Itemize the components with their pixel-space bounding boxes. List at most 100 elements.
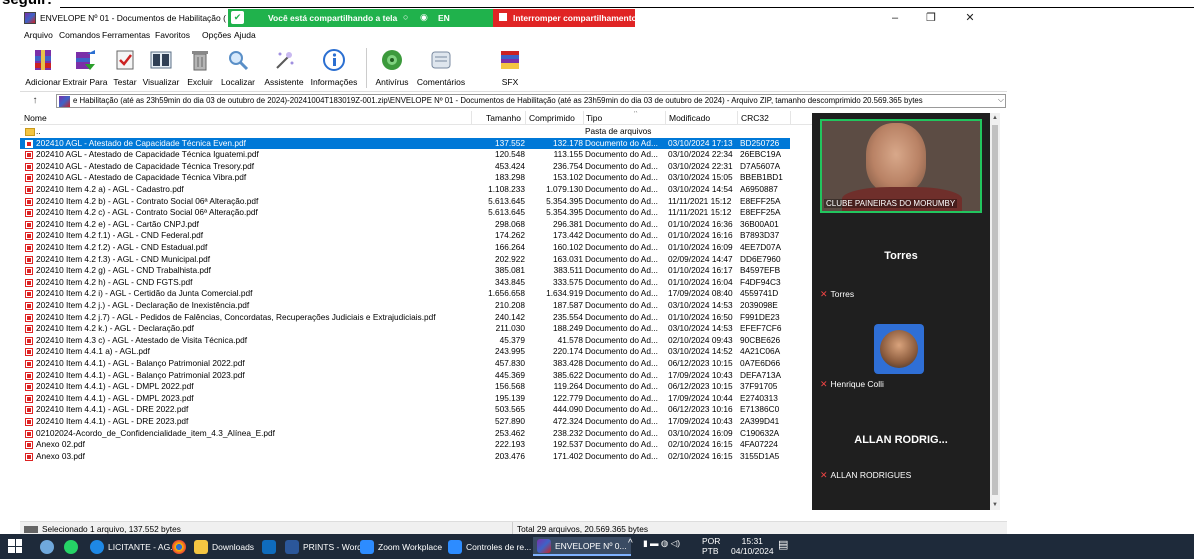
scroll-up-icon[interactable]: ▲ <box>990 113 1000 123</box>
chevron-down-icon[interactable]: ⌵ <box>998 95 1004 105</box>
wizard-button[interactable]: Assistente <box>260 44 308 90</box>
add-button[interactable]: Adicionar <box>22 44 64 90</box>
table-row[interactable]: 202410 Item 4.4.1) - AGL - Balanço Patri… <box>20 370 790 382</box>
table-row[interactable]: 202410 Item 4.2 e) - AGL - Cartão CNPJ.p… <box>20 219 790 231</box>
maximize-button[interactable]: ❐ <box>916 11 946 25</box>
taskbar-winrar[interactable]: ENVELOPE Nº 0... <box>533 537 631 556</box>
menu-ajuda[interactable]: Ajuda <box>234 30 256 40</box>
column-divider[interactable] <box>790 111 791 125</box>
table-row[interactable]: 202410 Item 4.2 j.7) - AGL - Pedidos de … <box>20 312 790 324</box>
table-row[interactable]: 202410 AGL - Atestado de Capacidade Técn… <box>20 137 790 150</box>
table-row[interactable]: 202410 Item 4.4.1) - AGL - DMPL 2023.pdf… <box>20 393 790 405</box>
info-button[interactable]: Informações <box>307 44 361 90</box>
file-compressed-size: 236.754 <box>553 160 583 171</box>
column-divider[interactable] <box>525 111 526 125</box>
table-row[interactable]: 202410 AGL - Atestado de Capacidade Técn… <box>20 172 790 184</box>
column-crc[interactable]: CRC32 <box>741 113 769 123</box>
file-crc: E71386C0 <box>740 404 780 415</box>
file-type: Documento do Ad... <box>585 184 658 194</box>
participant-tile-torres[interactable]: ✕ Torres <box>820 289 854 300</box>
windows-start-icon[interactable] <box>8 539 22 553</box>
column-divider[interactable] <box>583 111 584 125</box>
table-row[interactable]: .. Pasta de arquivos <box>20 126 790 138</box>
share-options-icon[interactable]: ○ <box>403 12 408 22</box>
table-row[interactable]: 202410 Item 4.2 f.1) - AGL - CND Federal… <box>20 230 790 242</box>
table-row[interactable]: 202410 AGL - Atestado de Capacidade Técn… <box>20 149 790 161</box>
column-size[interactable]: Tamanho <box>486 113 521 123</box>
scroll-thumb[interactable] <box>992 125 998 495</box>
taskbar-zoom-workplace[interactable]: Zoom Workplace <box>360 537 442 556</box>
close-button[interactable]: ✕ <box>955 11 985 25</box>
whatsapp-icon[interactable] <box>64 537 78 556</box>
share-indicator-icon[interactable]: ✔ <box>231 11 244 24</box>
test-button[interactable]: Testar <box>108 44 142 90</box>
column-divider[interactable] <box>471 111 472 125</box>
up-folder-button[interactable]: ↑ <box>28 94 42 108</box>
video-tile[interactable]: CLUBE PAINEIRAS DO MORUMBY <box>820 119 982 213</box>
table-row[interactable]: 202410 Item 4.2 k.) - AGL - Declaração.p… <box>20 323 790 335</box>
taskbar-app-launcher-icon[interactable] <box>40 537 54 556</box>
column-modified[interactable]: Modificado <box>669 113 710 123</box>
chrome-icon[interactable] <box>172 537 186 556</box>
view-button[interactable]: Visualizar <box>139 44 183 90</box>
table-row[interactable]: 202410 Item 4.2 j.) - AGL - Declaração d… <box>20 300 790 312</box>
taskbar-word[interactable]: PRINTS - Word <box>285 537 362 556</box>
sfx-button[interactable]: SFX <box>496 44 524 90</box>
input-language[interactable]: POR PTB <box>702 536 720 556</box>
table-row[interactable]: 202410 Item 4.3 c) - AGL - Atestado de V… <box>20 335 790 347</box>
pdf-file-icon <box>25 197 33 206</box>
menu-favoritos[interactable]: Favoritos <box>155 30 190 40</box>
antivirus-button[interactable]: Antivírus <box>370 44 414 90</box>
table-row[interactable]: 202410 Item 4.2 f.2) - AGL - CND Estadua… <box>20 242 790 254</box>
outlook-icon[interactable] <box>262 537 276 556</box>
table-row[interactable]: 202410 Item 4.4.1) - AGL - DMPL 2022.pdf… <box>20 381 790 393</box>
extract-button[interactable]: Extrair Para <box>60 44 110 90</box>
delete-button[interactable]: Excluir <box>182 44 218 90</box>
column-divider[interactable] <box>737 111 738 125</box>
taskbar-downloads[interactable]: Downloads <box>194 537 254 556</box>
table-row[interactable]: 202410 Item 4.2 b) - AGL - Contrato Soci… <box>20 196 790 208</box>
vertical-scrollbar[interactable]: ▲ ▼ <box>990 113 1000 510</box>
tray-overflow-icon[interactable]: ^ <box>628 538 633 549</box>
tray-status-icons[interactable]: ▮ ▬ ◍ ◁) <box>643 538 680 549</box>
menu-arquivo[interactable]: Arquivo <box>24 30 53 40</box>
table-row[interactable]: 202410 Item 4.2 c) - AGL - Contrato Soci… <box>20 207 790 219</box>
column-compressed[interactable]: Comprimido <box>529 113 575 123</box>
minimize-button[interactable]: – <box>880 11 910 25</box>
menu-opcoes[interactable]: Opções <box>202 30 231 40</box>
table-row[interactable]: 202410 AGL - Atestado de Capacidade Técn… <box>20 161 790 173</box>
table-row[interactable]: 202410 Item 4.2 g) - AGL - CND Trabalhis… <box>20 265 790 277</box>
taskbar-licitante[interactable]: LICITANTE - AG... <box>90 537 177 556</box>
address-field[interactable]: e Habilitação (até as 23h59min do dia 03… <box>56 94 1006 108</box>
table-row[interactable]: Anexo 03.pdf 203.476 171.402 Documento do A… <box>20 451 790 463</box>
share-language[interactable]: EN <box>438 13 450 23</box>
table-row[interactable]: 202410 Item 4.2 a) - AGL - Cadastro.pdf 1… <box>20 184 790 196</box>
clock[interactable]: 15:31 04/10/2024 <box>731 536 774 556</box>
table-row[interactable]: 202410 Item 4.4.1) - AGL - DRE 2022.pdf 5… <box>20 404 790 416</box>
find-button[interactable]: Localizar <box>216 44 260 90</box>
file-modified: 03/10/2024 14:52 <box>668 346 733 357</box>
participant-tile-henrique[interactable]: ✕ Henrique Colli <box>820 379 884 390</box>
menu-comandos[interactable]: Comandos <box>59 30 100 40</box>
table-row[interactable]: 02102024-Acordo_de_Confidencialidade_ite… <box>20 428 790 440</box>
file-size: 202.922 <box>495 253 525 264</box>
share-shield-icon[interactable]: ◉ <box>420 12 428 23</box>
column-divider[interactable] <box>665 111 666 125</box>
file-name: 202410 AGL - Atestado de Capacidade Técn… <box>36 149 259 160</box>
stop-sharing-button[interactable]: Interromper compartilhamento <box>493 9 637 27</box>
table-row[interactable]: 202410 Item 4.4.1) - AGL - Balanço Patri… <box>20 358 790 370</box>
column-type[interactable]: Tipo <box>586 113 602 123</box>
table-row[interactable]: 202410 Item 4.4.1 a) - AGL.pdf 243.995 220… <box>20 346 790 358</box>
notifications-icon[interactable]: ▤ <box>778 538 788 551</box>
comment-button[interactable]: Comentários <box>413 44 469 90</box>
table-row[interactable]: Anexo 02.pdf 222.193 192.537 Documento do A… <box>20 439 790 451</box>
table-row[interactable]: 202410 Item 4.2 f.3) - AGL - CND Municip… <box>20 254 790 266</box>
table-row[interactable]: 202410 Item 4.2 i) - AGL - Certidão da J… <box>20 288 790 300</box>
column-name[interactable]: Nome <box>24 113 47 123</box>
table-row[interactable]: 202410 Item 4.4.1) - AGL - DRE 2023.pdf 5… <box>20 416 790 428</box>
taskbar-zoom-controls[interactable]: Controles de re... <box>448 537 531 556</box>
participant-tile-allan[interactable]: ✕ ALLAN RODRIGUES <box>820 470 911 481</box>
scroll-down-icon[interactable]: ▼ <box>990 500 1000 510</box>
table-row[interactable]: 202410 Item 4.2 h) - AGL - CND FGTS.pdf 3… <box>20 277 790 289</box>
menu-ferramentas[interactable]: Ferramentas <box>102 30 150 40</box>
